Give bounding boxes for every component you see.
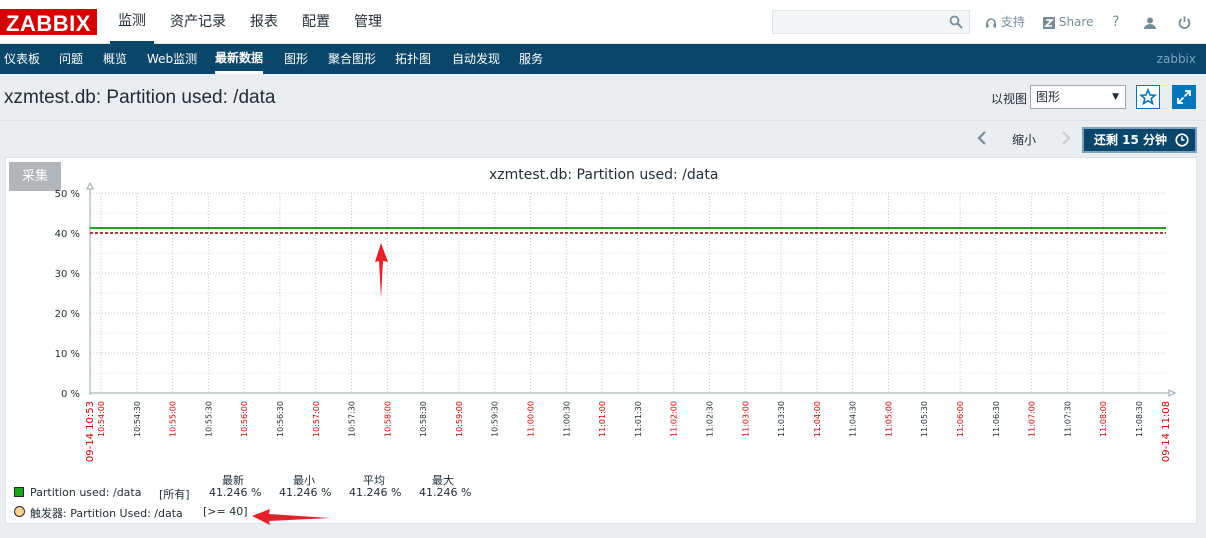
legend-series-latest: 41.246 %: [209, 486, 262, 499]
x-tick-label: 11:05:00: [884, 401, 893, 437]
legend-series-name: Partition used: /data: [30, 486, 142, 499]
x-tick-label: 10:56:30: [276, 401, 285, 437]
y-tick-label: 30 %: [55, 269, 80, 280]
y-tick-label: 0 %: [61, 389, 80, 400]
y-tick-label: 40 %: [55, 229, 80, 240]
x-tick-label: 09-14 10:53: [85, 401, 96, 462]
y-axis-arrow: [86, 181, 94, 190]
x-tick-label: 10:57:00: [312, 401, 321, 437]
x-tick-label: 10:57:30: [348, 401, 357, 437]
x-tick-label: 11:00:00: [527, 401, 536, 437]
x-tick-label: 10:54:00: [97, 401, 106, 437]
legend-series-avg: 41.246 %: [349, 486, 402, 499]
x-tick-label: 11:08:30: [1135, 401, 1144, 437]
x-tick-label: 11:07:00: [1028, 401, 1037, 437]
annotation-arrow-left: [252, 509, 330, 525]
x-tick-label: 11:00:30: [562, 401, 571, 437]
legend-trigger-name: 触发器: Partition Used: /data: [30, 507, 183, 520]
x-tick-label: 10:59:00: [455, 401, 464, 437]
x-tick-label: 10:55:00: [169, 401, 178, 437]
x-tick-label: 10:58:30: [419, 401, 428, 437]
x-tick-label: 11:02:00: [670, 401, 679, 437]
trigger-indicator-icon: [14, 506, 25, 517]
x-tick-label: 11:04:30: [849, 401, 858, 437]
legend-trigger-condition: [>= 40]: [203, 505, 248, 518]
y-tick-label: 20 %: [55, 309, 80, 320]
x-tick-label: 10:55:30: [204, 401, 213, 437]
x-tick-label: 11:08:00: [1099, 401, 1108, 437]
x-axis-arrow: [1168, 389, 1177, 397]
x-tick-label: 11:06:30: [992, 401, 1001, 437]
x-tick-label: 09-14 11:08: [1161, 401, 1172, 462]
y-tick-label: 10 %: [55, 349, 80, 360]
x-tick-label: 11:03:30: [777, 401, 786, 437]
x-tick-label: 11:06:00: [956, 401, 965, 437]
x-tick-label: 10:58:00: [383, 401, 392, 437]
x-tick-label: 10:54:30: [133, 401, 142, 437]
x-tick-label: 11:03:00: [741, 401, 750, 437]
x-tick-label: 11:01:30: [634, 401, 643, 437]
x-tick-label: 11:05:30: [920, 401, 929, 437]
legend-series-scope: [所有]: [159, 488, 190, 501]
x-tick-label: 11:07:30: [1063, 401, 1072, 437]
x-tick-label: 10:59:30: [491, 401, 500, 437]
x-tick-label: 11:04:00: [813, 401, 822, 437]
x-tick-label: 11:02:30: [705, 401, 714, 437]
line-chart: 50 %40 %30 %20 %10 %0 %09-14 10:53 10:54:…: [55, 181, 1177, 525]
y-tick-label: 50 %: [55, 189, 80, 200]
legend-series-max: 41.246 %: [419, 486, 472, 499]
x-tick-label: 11:01:00: [598, 401, 607, 437]
legend-series-min: 41.246 %: [279, 486, 332, 499]
series-color-swatch: [14, 487, 24, 497]
x-tick-label: 10:56:00: [240, 401, 249, 437]
